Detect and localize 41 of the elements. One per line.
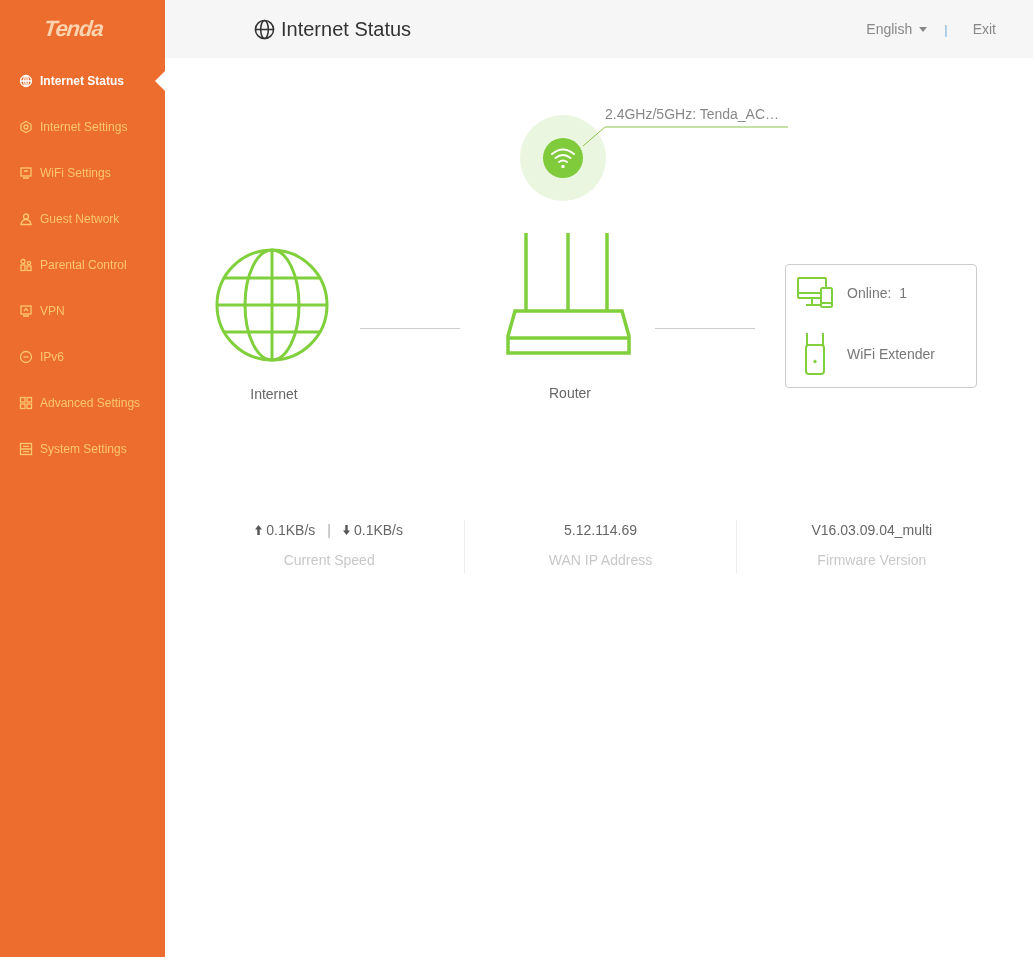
caret-icon xyxy=(919,26,928,32)
sidebar-item[interactable]: VPN xyxy=(0,288,165,334)
sidebar-item[interactable]: Guest Network xyxy=(0,196,165,242)
upload-arrow-icon xyxy=(255,525,263,535)
page-title: Internet Status xyxy=(281,17,412,41)
speed-separator: | xyxy=(327,522,331,538)
sidebar-item[interactable]: Internet Status xyxy=(0,58,165,104)
globe-icon xyxy=(254,18,275,40)
upload-speed: 0.1KB/s xyxy=(266,522,316,538)
hexagon-icon xyxy=(19,120,33,134)
wifi-icon[interactable] xyxy=(520,115,606,201)
people-icon xyxy=(19,258,33,272)
sidebar-item[interactable]: IPv6 xyxy=(0,334,165,380)
sidebar-item[interactable]: Internet Settings xyxy=(0,104,165,150)
online-label: Online: xyxy=(847,284,892,301)
firmware-value: V16.03.09.04_multi xyxy=(811,522,933,538)
sidebar-item[interactable]: Parental Control xyxy=(0,242,165,288)
internet-label: Internet xyxy=(249,386,299,402)
sidebar-item[interactable]: WiFi Settings xyxy=(0,150,165,196)
exit-link[interactable]: Exit xyxy=(972,21,996,37)
sidebar-item[interactable]: System Settings xyxy=(0,426,165,472)
devices-icon[interactable] xyxy=(797,277,833,309)
person-icon xyxy=(19,212,33,226)
monitor-icon xyxy=(19,304,33,318)
wifi-network-label: 2.4GHz/5GHz: Tenda_AC… xyxy=(605,106,780,122)
extender-label[interactable]: WiFi Extender xyxy=(847,345,935,362)
download-arrow-icon xyxy=(343,525,350,535)
header-separator: | xyxy=(944,21,948,37)
monitor-icon xyxy=(19,166,33,180)
download-speed: 0.1KB/s xyxy=(354,522,403,538)
globe-icon xyxy=(19,74,33,88)
circle-icon xyxy=(19,350,33,364)
router-label: Router xyxy=(548,385,592,401)
language-dropdown[interactable]: English xyxy=(866,21,928,37)
panel-icon xyxy=(19,442,33,456)
grid-icon xyxy=(19,396,33,410)
sidebar-item[interactable]: Advanced Settings xyxy=(0,380,165,426)
online-count: 1 xyxy=(899,284,907,301)
logo: Tenda xyxy=(42,16,105,42)
wan-ip-value: 5.12.114.69 xyxy=(564,522,637,538)
globe-icon xyxy=(215,248,329,362)
